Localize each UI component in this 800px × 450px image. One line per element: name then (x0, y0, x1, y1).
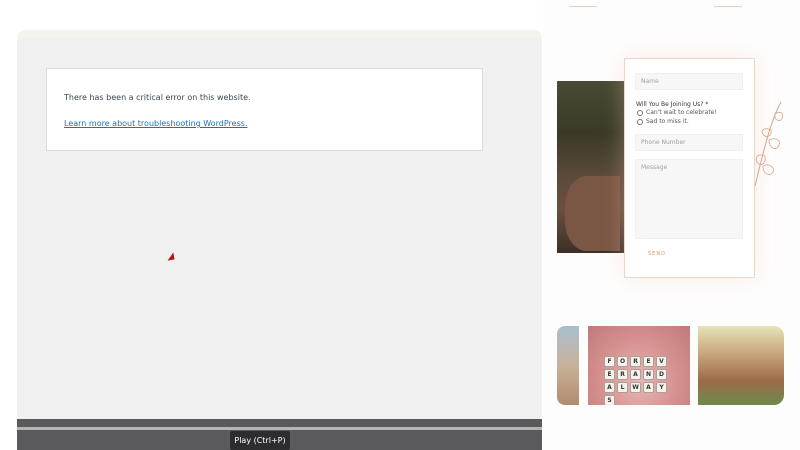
letter-tile: R (630, 356, 641, 367)
letter-tile: F (604, 356, 615, 367)
error-message-box: There has been a critical error on this … (46, 68, 483, 151)
error-message: There has been a critical error on this … (64, 93, 251, 102)
gallery-photo[interactable] (557, 326, 579, 405)
phone-field[interactable]: Phone Number (635, 134, 743, 151)
letter-tile: W (630, 382, 641, 393)
letter-tile: O (617, 356, 628, 367)
name-field[interactable]: Name (635, 73, 743, 90)
radio-attending[interactable]: Can't wait to celebrate! (637, 109, 717, 116)
radio-circle-icon (637, 109, 643, 116)
letter-tile: S (604, 395, 615, 405)
letter-tile: N (643, 369, 654, 380)
radio-label: Sad to miss it. (646, 118, 689, 125)
letter-tile: A (630, 369, 641, 380)
letter-tile: R (617, 369, 628, 380)
rsvp-form: Name Will You Be Joining Us? * Can't wai… (624, 58, 755, 278)
letter-tile: L (617, 382, 628, 393)
letter-tile: E (643, 356, 654, 367)
radio-circle-icon (637, 118, 643, 125)
letter-tiles: FOREVERANDALWAYS (604, 356, 676, 405)
letter-tile: A (643, 382, 654, 393)
send-button[interactable]: SEND (648, 251, 666, 257)
troubleshooting-link[interactable]: Learn more about troubleshooting WordPre… (64, 119, 247, 128)
progress-bar[interactable] (17, 427, 542, 430)
decorative-line (714, 6, 742, 7)
radio-label: Can't wait to celebrate! (646, 109, 717, 116)
letter-tile: D (656, 369, 667, 380)
error-page: There has been a critical error on this … (17, 30, 542, 450)
letter-tile: E (604, 369, 615, 380)
letter-tile: A (604, 382, 615, 393)
gallery-photo[interactable] (698, 326, 784, 405)
couple-photo (557, 81, 624, 253)
play-tooltip: Play (Ctrl+P) (230, 431, 290, 450)
photo-subject (565, 176, 620, 251)
attendance-question: Will You Be Joining Us? * (636, 101, 709, 108)
panel-top-edge (17, 30, 542, 38)
leaf-branch-icon (754, 101, 783, 187)
radio-not-attending[interactable]: Sad to miss it. (637, 118, 689, 125)
gallery-photo-forever-tiles[interactable]: FOREVERANDALWAYS (588, 326, 690, 405)
letter-tile: V (656, 356, 667, 367)
letter-tile: Y (656, 382, 667, 393)
decorative-line (569, 6, 597, 7)
message-field[interactable]: Message (635, 159, 743, 239)
